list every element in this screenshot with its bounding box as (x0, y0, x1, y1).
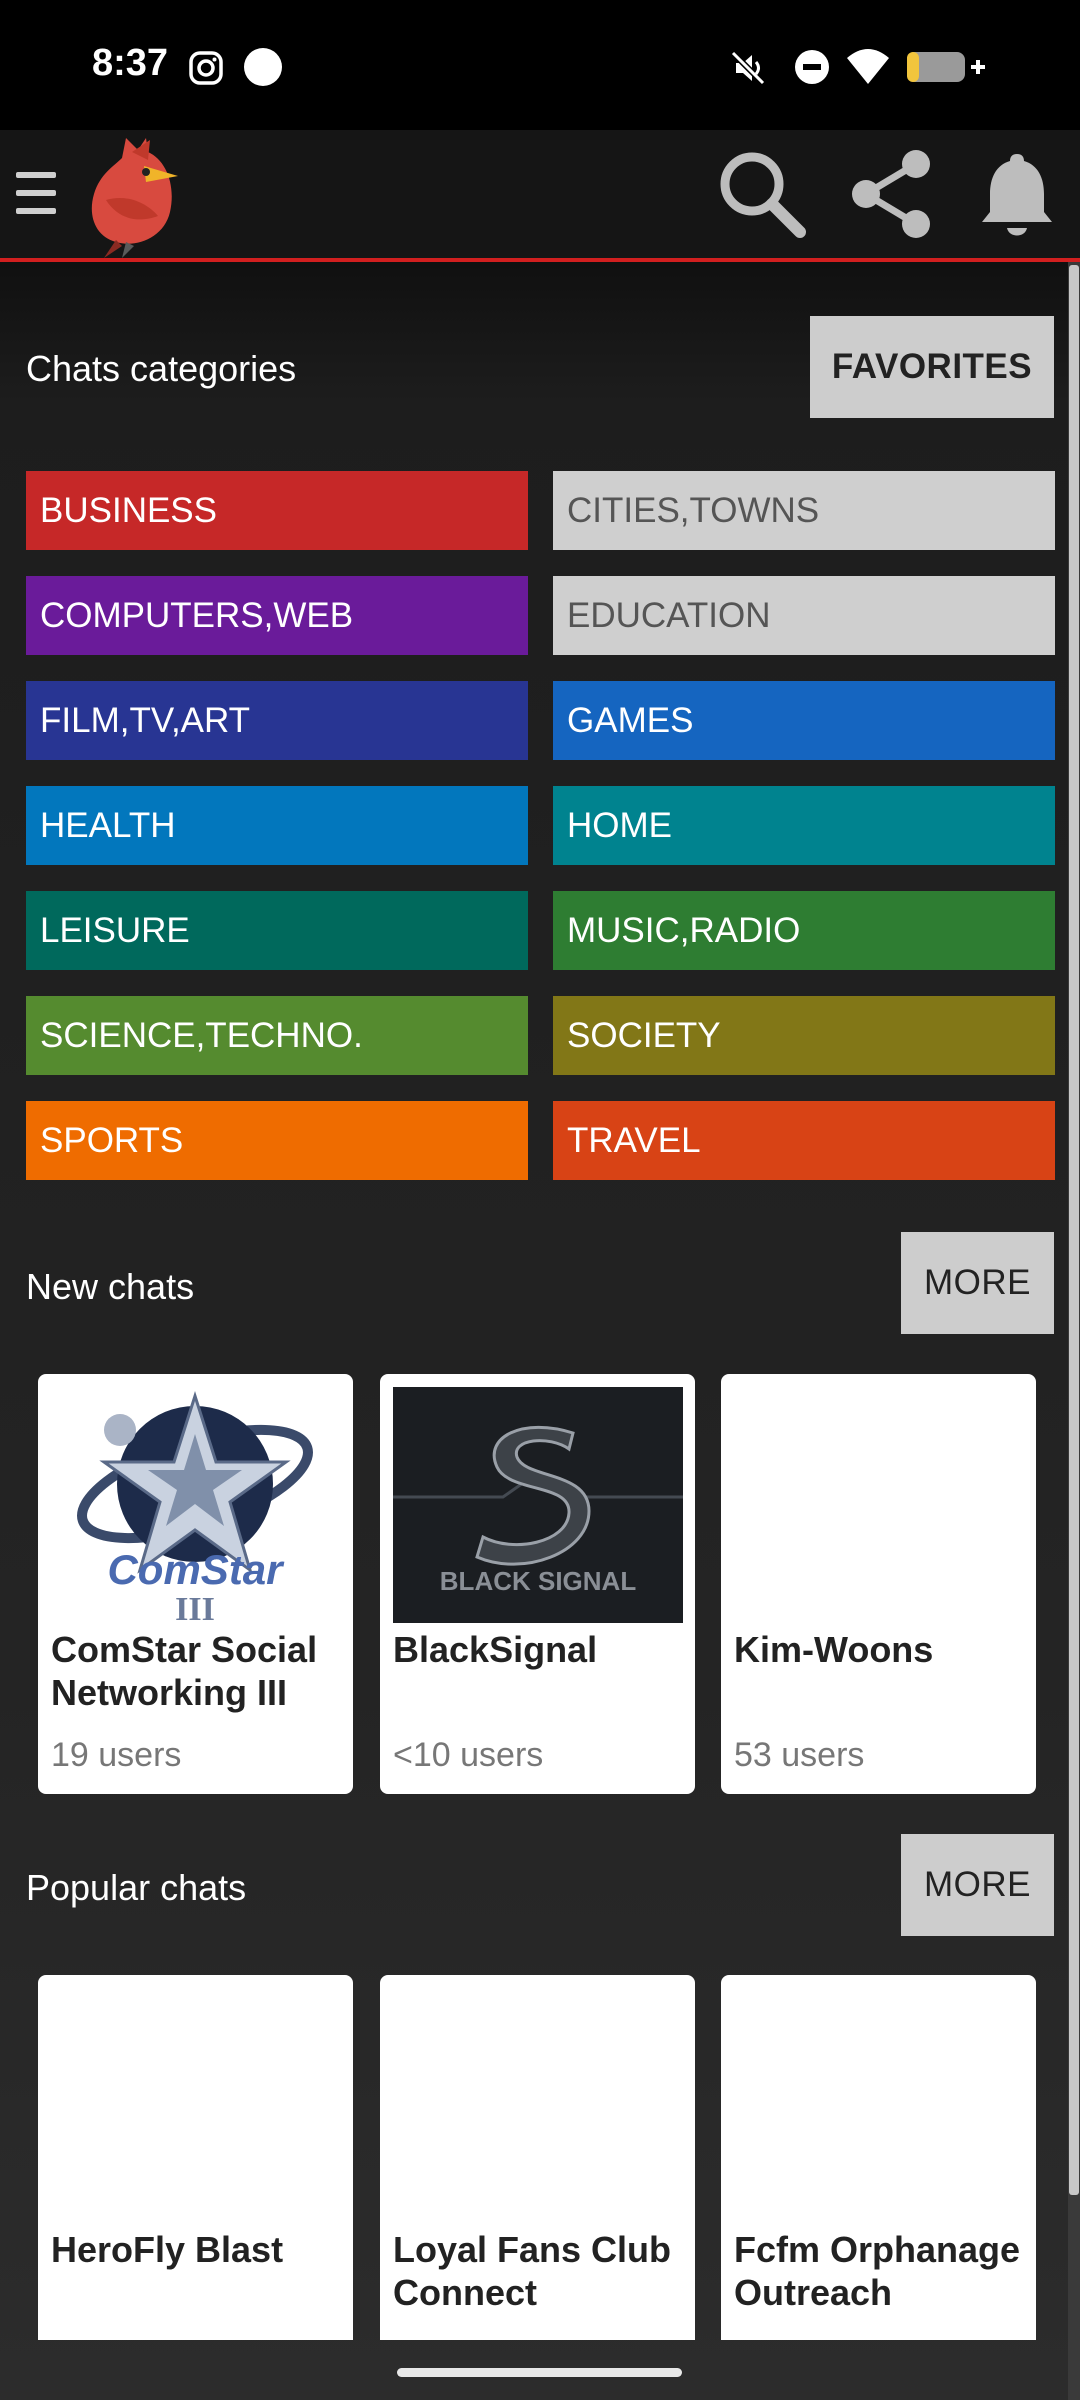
category-music-radio[interactable]: MUSIC,RADIO (553, 891, 1055, 970)
category-leisure[interactable]: LEISURE (26, 891, 528, 970)
chat-card-title: Fcfm Orphanage Outreach (734, 2229, 1021, 2313)
category-education[interactable]: EDUCATION (553, 576, 1055, 655)
chat-card-comstar[interactable]: ComStar III ComStar Social Networking II… (38, 1374, 353, 1794)
chat-card-users: 53 users (734, 1736, 865, 1774)
categories-title: Chats categories (26, 348, 297, 389)
popular-card-fcfm[interactable]: Fcfm Orphanage Outreach (721, 1975, 1036, 2340)
cardinal-bird-logo[interactable] (86, 130, 186, 258)
instagram-icon (189, 51, 223, 85)
category-business[interactable]: BUSINESS (26, 471, 528, 550)
gesture-nav-handle[interactable] (397, 2368, 682, 2377)
chat-card-title: ComStar Social Networking III (51, 1629, 318, 1713)
new-chats-more-button[interactable]: MORE (901, 1232, 1054, 1334)
dnd-icon (795, 50, 829, 84)
category-computers-web[interactable]: COMPUTERS,WEB (26, 576, 528, 655)
popular-chats-more-button[interactable]: MORE (901, 1834, 1054, 1936)
scrollbar-thumb[interactable] (1069, 265, 1079, 2195)
category-film-tv-art[interactable]: FILM,TV,ART (26, 681, 528, 760)
popular-card-herofly[interactable]: HeroFly Blast (38, 1975, 353, 2340)
chat-card-title: Loyal Fans Club Connect (393, 2229, 672, 2313)
category-travel[interactable]: TRAVEL (553, 1101, 1055, 1180)
blacksignal-logo: BLACK SIGNAL (393, 1387, 683, 1623)
chat-card-title: BlackSignal (393, 1629, 598, 1670)
category-cities-towns[interactable]: CITIES,TOWNS (553, 471, 1055, 550)
chat-card-blacksignal[interactable]: BLACK SIGNAL BlackSignal <10 users (380, 1374, 695, 1794)
chat-card-title: Kim-Woons (734, 1629, 934, 1670)
category-games[interactable]: GAMES (553, 681, 1055, 760)
search-icon[interactable] (716, 148, 808, 240)
category-society[interactable]: SOCIETY (553, 996, 1055, 1075)
category-sports[interactable]: SPORTS (26, 1101, 528, 1180)
chat-card-users: 19 users (51, 1736, 182, 1774)
status-time: 8:37 (92, 42, 169, 84)
bell-icon[interactable] (978, 150, 1056, 240)
share-icon[interactable] (846, 148, 938, 240)
wifi-icon (847, 49, 889, 84)
chat-card-title: HeroFly Blast (51, 2229, 284, 2270)
battery-charging-icon (907, 52, 985, 82)
popular-chats-title: Popular chats (26, 1867, 247, 1908)
new-chats-title: New chats (26, 1266, 195, 1307)
dot-icon (244, 48, 282, 86)
status-bar: 8:37 (0, 0, 1080, 130)
favorites-button[interactable]: FAVORITES (810, 316, 1054, 418)
category-home[interactable]: HOME (553, 786, 1055, 865)
chat-card-users: <10 users (393, 1736, 544, 1774)
category-science-techno[interactable]: SCIENCE,TECHNO. (26, 996, 528, 1075)
blacksignal-logo-text: BLACK SIGNAL (440, 1566, 637, 1596)
category-health[interactable]: HEALTH (26, 786, 528, 865)
comstar-logo-text: ComStar (107, 1546, 285, 1593)
hamburger-icon[interactable] (16, 172, 56, 218)
chat-card-kimwoons[interactable]: Kim-Woons 53 users (721, 1374, 1036, 1794)
comstar-logo: ComStar III (77, 1391, 313, 1624)
popular-card-loyal-fans[interactable]: Loyal Fans Club Connect (380, 1975, 695, 2340)
comstar-logo-numeral: III (175, 1591, 215, 1624)
mute-icon (730, 50, 766, 86)
